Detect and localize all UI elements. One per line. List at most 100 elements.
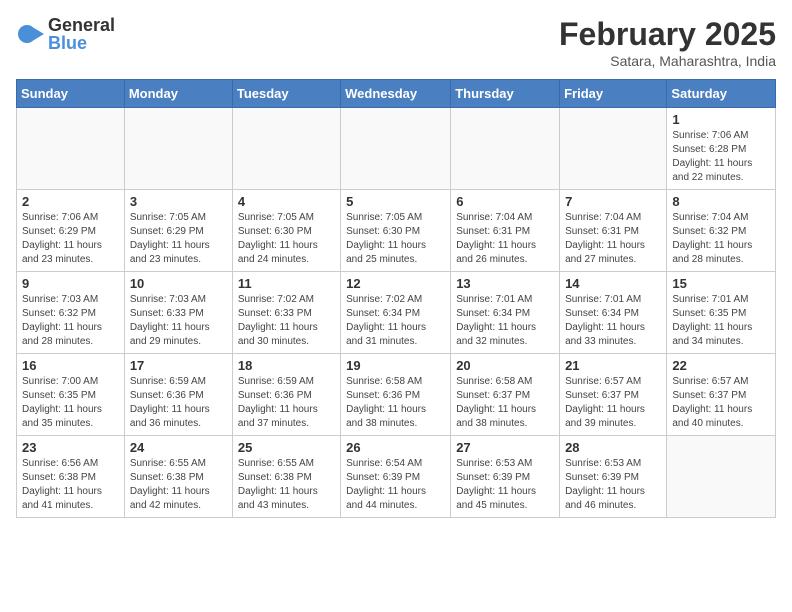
calendar-cell: 28 Sunrise: 6:53 AM Sunset: 6:39 PM Dayli… — [560, 436, 667, 518]
day-number: 26 — [346, 440, 445, 455]
weekday-header-wednesday: Wednesday — [341, 80, 451, 108]
week-row-0: 1 Sunrise: 7:06 AM Sunset: 6:28 PM Daylig… — [17, 108, 776, 190]
day-number: 27 — [456, 440, 554, 455]
day-number: 21 — [565, 358, 661, 373]
calendar-cell: 2Sunrise: 7:06 AM Sunset: 6:29 PM Daylig… — [17, 190, 125, 272]
title-block: February 2025 Satara, Maharashtra, India — [559, 16, 776, 69]
logo-blue: Blue — [48, 34, 115, 52]
day-number: 1 — [672, 112, 770, 127]
calendar-cell — [560, 108, 667, 190]
day-info: Sunrise: 7:04 AM Sunset: 6:32 PM Dayligh… — [672, 211, 770, 267]
calendar-cell — [17, 108, 125, 190]
day-number: 9 — [22, 276, 119, 291]
weekday-header-sunday: Sunday — [17, 80, 125, 108]
calendar-cell: 26 Sunrise: 6:54 AM Sunset: 6:39 PM Dayli… — [341, 436, 451, 518]
calendar-cell: 27 Sunrise: 6:53 AM Sunset: 6:39 PM Dayli… — [451, 436, 560, 518]
day-info: Sunrise: 7:03 AM Sunset: 6:32 PM Dayligh… — [22, 293, 119, 349]
calendar-cell: 3 Sunrise: 7:05 AM Sunset: 6:29 PM Daylig… — [124, 190, 232, 272]
calendar-cell: 20 Sunrise: 6:58 AM Sunset: 6:37 PM Dayli… — [451, 354, 560, 436]
calendar-cell: 21 Sunrise: 6:57 AM Sunset: 6:37 PM Dayli… — [560, 354, 667, 436]
calendar-cell: 18 Sunrise: 6:59 AM Sunset: 6:36 PM Dayli… — [232, 354, 340, 436]
calendar-cell: 1 Sunrise: 7:06 AM Sunset: 6:28 PM Daylig… — [667, 108, 776, 190]
calendar-cell: 24 Sunrise: 6:55 AM Sunset: 6:38 PM Dayli… — [124, 436, 232, 518]
weekday-header-friday: Friday — [560, 80, 667, 108]
day-number: 23 — [22, 440, 119, 455]
day-info: Sunrise: 6:54 AM Sunset: 6:39 PM Dayligh… — [346, 457, 445, 513]
calendar-cell — [341, 108, 451, 190]
day-info: Sunrise: 6:59 AM Sunset: 6:36 PM Dayligh… — [238, 375, 335, 431]
calendar-cell: 15 Sunrise: 7:01 AM Sunset: 6:35 PM Dayli… — [667, 272, 776, 354]
day-number: 3 — [130, 194, 227, 209]
calendar-cell: 14Sunrise: 7:01 AM Sunset: 6:34 PM Dayli… — [560, 272, 667, 354]
logo-icon — [16, 20, 44, 48]
day-number: 19 — [346, 358, 445, 373]
day-number: 28 — [565, 440, 661, 455]
day-number: 5 — [346, 194, 445, 209]
day-number: 14 — [565, 276, 661, 291]
calendar-cell: 12Sunrise: 7:02 AM Sunset: 6:34 PM Dayli… — [341, 272, 451, 354]
calendar-cell: 22 Sunrise: 6:57 AM Sunset: 6:37 PM Dayli… — [667, 354, 776, 436]
logo-text: General Blue — [48, 16, 115, 52]
logo-general: General — [48, 16, 115, 34]
calendar-cell: 7 Sunrise: 7:04 AM Sunset: 6:31 PM Daylig… — [560, 190, 667, 272]
calendar-cell: 4Sunrise: 7:05 AM Sunset: 6:30 PM Daylig… — [232, 190, 340, 272]
day-number: 18 — [238, 358, 335, 373]
calendar-cell: 5 Sunrise: 7:05 AM Sunset: 6:30 PM Daylig… — [341, 190, 451, 272]
week-row-2: 9 Sunrise: 7:03 AM Sunset: 6:32 PM Daylig… — [17, 272, 776, 354]
day-info: Sunrise: 7:02 AM Sunset: 6:33 PM Dayligh… — [238, 293, 335, 349]
day-number: 10 — [130, 276, 227, 291]
calendar-cell — [232, 108, 340, 190]
day-info: Sunrise: 7:05 AM Sunset: 6:29 PM Dayligh… — [130, 211, 227, 267]
calendar-cell — [667, 436, 776, 518]
calendar-table: SundayMondayTuesdayWednesdayThursdayFrid… — [16, 79, 776, 518]
day-number: 13 — [456, 276, 554, 291]
month-title: February 2025 — [559, 16, 776, 53]
day-number: 17 — [130, 358, 227, 373]
calendar-cell: 8Sunrise: 7:04 AM Sunset: 6:32 PM Daylig… — [667, 190, 776, 272]
day-number: 16 — [22, 358, 119, 373]
calendar-cell: 16 Sunrise: 7:00 AM Sunset: 6:35 PM Dayli… — [17, 354, 125, 436]
day-info: Sunrise: 7:06 AM Sunset: 6:29 PM Dayligh… — [22, 211, 119, 267]
weekday-header-tuesday: Tuesday — [232, 80, 340, 108]
day-info: Sunrise: 7:04 AM Sunset: 6:31 PM Dayligh… — [565, 211, 661, 267]
day-info: Sunrise: 6:53 AM Sunset: 6:39 PM Dayligh… — [456, 457, 554, 513]
day-info: Sunrise: 7:00 AM Sunset: 6:35 PM Dayligh… — [22, 375, 119, 431]
calendar-cell: 19 Sunrise: 6:58 AM Sunset: 6:36 PM Dayli… — [341, 354, 451, 436]
day-info: Sunrise: 7:04 AM Sunset: 6:31 PM Dayligh… — [456, 211, 554, 267]
day-info: Sunrise: 7:01 AM Sunset: 6:34 PM Dayligh… — [456, 293, 554, 349]
day-info: Sunrise: 7:02 AM Sunset: 6:34 PM Dayligh… — [346, 293, 445, 349]
week-row-1: 2Sunrise: 7:06 AM Sunset: 6:29 PM Daylig… — [17, 190, 776, 272]
day-number: 11 — [238, 276, 335, 291]
calendar-cell: 17 Sunrise: 6:59 AM Sunset: 6:36 PM Dayli… — [124, 354, 232, 436]
day-info: Sunrise: 7:06 AM Sunset: 6:28 PM Dayligh… — [672, 129, 770, 185]
day-number: 15 — [672, 276, 770, 291]
day-number: 22 — [672, 358, 770, 373]
day-info: Sunrise: 6:57 AM Sunset: 6:37 PM Dayligh… — [565, 375, 661, 431]
week-row-4: 23Sunrise: 6:56 AM Sunset: 6:38 PM Dayli… — [17, 436, 776, 518]
day-info: Sunrise: 6:57 AM Sunset: 6:37 PM Dayligh… — [672, 375, 770, 431]
calendar-cell — [451, 108, 560, 190]
calendar-cell: 10 Sunrise: 7:03 AM Sunset: 6:33 PM Dayli… — [124, 272, 232, 354]
day-number: 7 — [565, 194, 661, 209]
day-info: Sunrise: 6:55 AM Sunset: 6:38 PM Dayligh… — [238, 457, 335, 513]
calendar-cell: 9 Sunrise: 7:03 AM Sunset: 6:32 PM Daylig… — [17, 272, 125, 354]
day-info: Sunrise: 6:53 AM Sunset: 6:39 PM Dayligh… — [565, 457, 661, 513]
weekday-header-thursday: Thursday — [451, 80, 560, 108]
day-info: Sunrise: 6:58 AM Sunset: 6:36 PM Dayligh… — [346, 375, 445, 431]
day-number: 25 — [238, 440, 335, 455]
weekday-header-monday: Monday — [124, 80, 232, 108]
day-info: Sunrise: 7:01 AM Sunset: 6:35 PM Dayligh… — [672, 293, 770, 349]
calendar-cell: 6Sunrise: 7:04 AM Sunset: 6:31 PM Daylig… — [451, 190, 560, 272]
day-number: 24 — [130, 440, 227, 455]
page-header: General Blue February 2025 Satara, Mahar… — [16, 16, 776, 69]
day-info: Sunrise: 6:58 AM Sunset: 6:37 PM Dayligh… — [456, 375, 554, 431]
day-info: Sunrise: 6:55 AM Sunset: 6:38 PM Dayligh… — [130, 457, 227, 513]
day-info: Sunrise: 7:05 AM Sunset: 6:30 PM Dayligh… — [346, 211, 445, 267]
weekday-header-saturday: Saturday — [667, 80, 776, 108]
day-number: 20 — [456, 358, 554, 373]
day-info: Sunrise: 7:03 AM Sunset: 6:33 PM Dayligh… — [130, 293, 227, 349]
calendar-cell: 11 Sunrise: 7:02 AM Sunset: 6:33 PM Dayli… — [232, 272, 340, 354]
calendar-cell: 25 Sunrise: 6:55 AM Sunset: 6:38 PM Dayli… — [232, 436, 340, 518]
calendar-cell: 23Sunrise: 6:56 AM Sunset: 6:38 PM Dayli… — [17, 436, 125, 518]
day-info: Sunrise: 6:59 AM Sunset: 6:36 PM Dayligh… — [130, 375, 227, 431]
